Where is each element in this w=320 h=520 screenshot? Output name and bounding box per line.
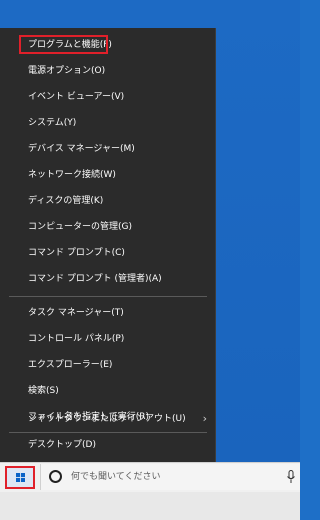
cortana-circle-icon [49, 470, 62, 483]
microphone-icon[interactable] [287, 470, 295, 484]
menu-item-explorer[interactable]: エクスプローラー(E) [0, 352, 215, 378]
menu-item-disk-management[interactable]: ディスクの管理(K) [0, 188, 215, 214]
quick-link-menu: プログラムと機能(F) 電源オプション(O) イベント ビューアー(V) システ… [0, 28, 216, 462]
menu-item-command-prompt-admin[interactable]: コマンド プロンプト (管理者)(A) [0, 266, 215, 292]
menu-item-label: ネットワーク接続(W) [28, 170, 116, 180]
menu-item-label: コマンド プロンプト (管理者)(A) [28, 274, 162, 284]
taskbar-search-box[interactable]: 何でも聞いてください [40, 464, 300, 490]
menu-item-label: プログラムと機能(F) [28, 40, 112, 50]
menu-item-device-manager[interactable]: デバイス マネージャー(M) [0, 136, 215, 162]
windows-logo-icon [16, 473, 25, 482]
menu-item-label: シャットダウンまたはサインアウト(U) [28, 414, 186, 424]
menu-separator [9, 296, 207, 297]
menu-item-event-viewer[interactable]: イベント ビューアー(V) [0, 84, 215, 110]
menu-item-label: 検索(S) [28, 386, 59, 396]
menu-item-label: エクスプローラー(E) [28, 360, 113, 370]
menu-item-label: ディスクの管理(K) [28, 196, 104, 206]
search-placeholder: 何でも聞いてください [71, 472, 161, 482]
menu-item-label: タスク マネージャー(T) [28, 308, 124, 318]
menu-item-label: デバイス マネージャー(M) [28, 144, 135, 154]
chevron-right-icon: › [202, 412, 207, 425]
menu-item-label: イベント ビューアー(V) [28, 92, 125, 102]
menu-item-system[interactable]: システム(Y) [0, 110, 215, 136]
menu-item-shutdown-or-sign-out[interactable]: シャットダウンまたはサインアウト(U) › [0, 406, 215, 432]
menu-item-label: コントロール パネル(P) [28, 334, 125, 344]
menu-item-label: システム(Y) [28, 118, 77, 128]
menu-item-control-panel[interactable]: コントロール パネル(P) [0, 326, 215, 352]
menu-item-label: コマンド プロンプト(C) [28, 248, 125, 258]
menu-item-network-connections[interactable]: ネットワーク接続(W) [0, 162, 215, 188]
menu-item-label: コンピューターの管理(G) [28, 222, 132, 232]
menu-item-power-options[interactable]: 電源オプション(O) [0, 58, 215, 84]
menu-item-computer-management[interactable]: コンピューターの管理(G) [0, 214, 215, 240]
menu-item-label: デスクトップ(D) [28, 440, 96, 450]
menu-item-search[interactable]: 検索(S) [0, 378, 215, 404]
menu-item-label: 電源オプション(O) [28, 66, 106, 76]
menu-item-task-manager[interactable]: タスク マネージャー(T) [0, 300, 215, 326]
menu-item-programs-and-features[interactable]: プログラムと機能(F) [0, 32, 215, 58]
menu-item-desktop[interactable]: デスクトップ(D) [0, 432, 215, 458]
start-button[interactable] [5, 466, 35, 489]
menu-item-command-prompt[interactable]: コマンド プロンプト(C) [0, 240, 215, 266]
